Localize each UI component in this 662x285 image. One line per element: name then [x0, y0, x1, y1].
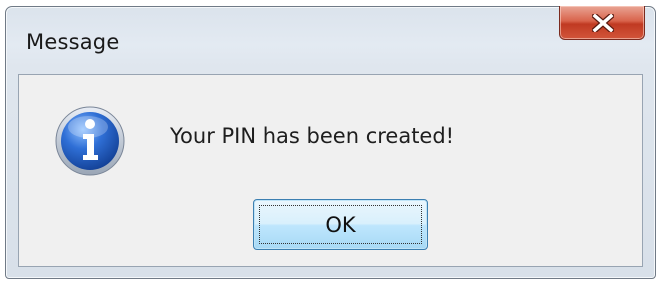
information-icon — [55, 106, 125, 176]
title-bar[interactable]: Message — [6, 6, 655, 75]
message-dialog-window: Message Your PIN has been created! OK — [5, 6, 656, 279]
ok-button-label: OK — [325, 212, 356, 237]
message-text: Your PIN has been created! — [170, 124, 455, 148]
ok-button[interactable]: OK — [253, 199, 428, 250]
window-title: Message — [26, 30, 120, 54]
dialog-content: Your PIN has been created! OK — [18, 74, 643, 267]
close-icon — [592, 14, 614, 32]
focus-rectangle: OK — [259, 205, 422, 244]
close-button[interactable] — [559, 6, 645, 40]
